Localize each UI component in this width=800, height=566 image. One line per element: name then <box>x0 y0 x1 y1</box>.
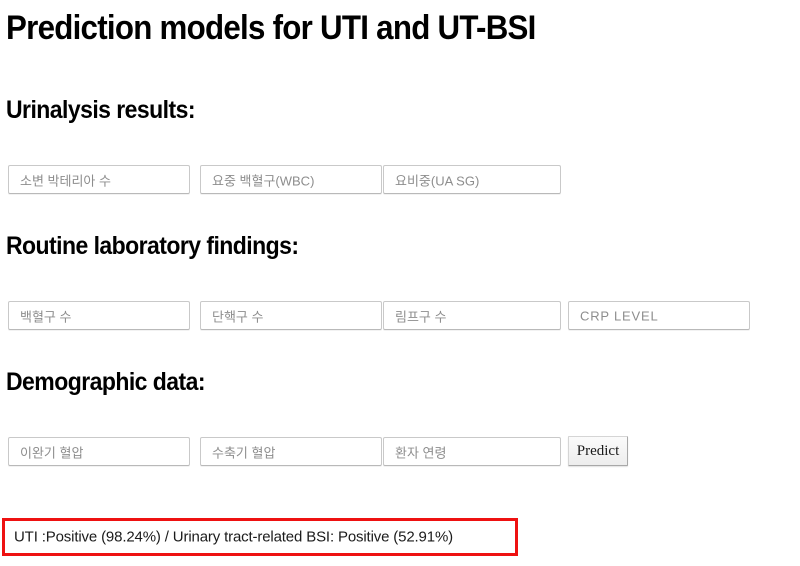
patient-age-input[interactable]: 환자 연령 <box>383 437 561 466</box>
section-heading-demographics: Demographic data: <box>6 368 205 396</box>
monocyte-count-placeholder: 단핵구 수 <box>212 309 264 324</box>
systolic-bp-input[interactable]: 수축기 혈압 <box>200 437 382 466</box>
crp-level-placeholder: CRP LEVEL <box>580 308 659 323</box>
prediction-result-box: UTI :Positive (98.24%) / Urinary tract-r… <box>2 518 518 556</box>
diastolic-bp-input[interactable]: 이완기 혈압 <box>8 437 190 466</box>
urine-bacteria-count-input[interactable]: 소변 박테리아 수 <box>8 165 190 194</box>
systolic-bp-placeholder: 수축기 혈압 <box>212 445 276 460</box>
urine-wbc-placeholder: 요중 백혈구(WBC) <box>212 173 315 188</box>
urine-bacteria-count-placeholder: 소변 박테리아 수 <box>20 173 111 188</box>
section-heading-urinalysis: Urinalysis results: <box>6 96 195 124</box>
wbc-count-input[interactable]: 백혈구 수 <box>8 301 190 330</box>
monocyte-count-input[interactable]: 단핵구 수 <box>200 301 382 330</box>
wbc-count-placeholder: 백혈구 수 <box>20 309 72 324</box>
urine-wbc-input[interactable]: 요중 백혈구(WBC) <box>200 165 382 194</box>
urine-specific-gravity-input[interactable]: 요비중(UA SG) <box>383 165 561 194</box>
lymphocyte-count-placeholder: 림프구 수 <box>395 309 447 324</box>
prediction-tool-page: Prediction models for UTI and UT-BSI Uri… <box>0 0 800 566</box>
diastolic-bp-placeholder: 이완기 혈압 <box>20 445 84 460</box>
prediction-result-text: UTI :Positive (98.24%) / Urinary tract-r… <box>14 528 453 546</box>
lymphocyte-count-input[interactable]: 림프구 수 <box>383 301 561 330</box>
patient-age-placeholder: 환자 연령 <box>395 445 447 460</box>
page-title: Prediction models for UTI and UT-BSI <box>6 9 536 47</box>
urine-specific-gravity-placeholder: 요비중(UA SG) <box>395 173 480 188</box>
predict-button[interactable]: Predict <box>568 436 628 466</box>
crp-level-input[interactable]: CRP LEVEL <box>568 301 750 330</box>
section-heading-routine-labs: Routine laboratory findings: <box>6 232 299 260</box>
